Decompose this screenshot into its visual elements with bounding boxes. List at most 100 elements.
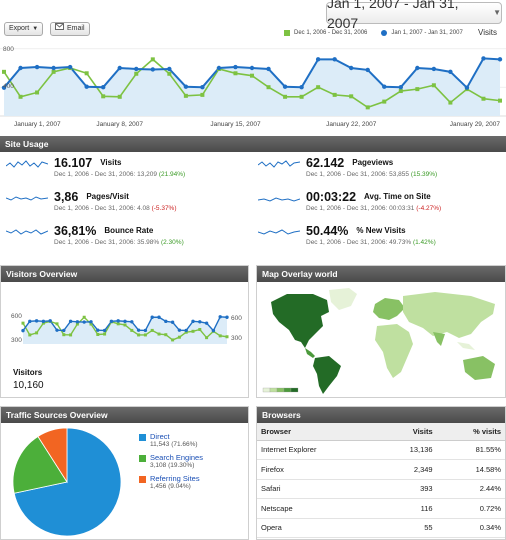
visitors-point-current <box>198 320 202 324</box>
table-row[interactable]: Safari 393 2.44% <box>257 479 505 499</box>
legend-item-search-engines[interactable]: Search Engines 3,108 (19.30%) <box>139 454 203 470</box>
visitors-point-previous <box>69 333 73 337</box>
metric-label: Pages/Visit <box>86 192 129 201</box>
map-color-legend <box>262 387 299 393</box>
visitors-point-previous <box>130 328 134 332</box>
data-point-current <box>315 57 321 62</box>
data-point-previous <box>316 85 321 90</box>
x-tick-label: January 29, 2007 <box>450 121 501 128</box>
visitors-point-current <box>191 319 195 324</box>
y-tick-label: 600 <box>11 313 22 320</box>
visitors-point-current <box>130 320 134 324</box>
data-point-current <box>51 65 56 71</box>
data-point-previous <box>84 71 89 76</box>
table-row[interactable]: Firefox 2,349 14.58% <box>257 459 505 480</box>
visitors-point-previous <box>82 315 86 319</box>
metric-label: Bounce Rate <box>104 226 154 235</box>
visitors-point-current <box>204 321 209 325</box>
data-point-previous <box>283 94 288 99</box>
data-point-current <box>67 64 73 70</box>
column-header-browser[interactable]: Browser <box>257 423 378 441</box>
visitors-point-current <box>102 328 107 333</box>
visitors-point-current <box>211 328 216 333</box>
metric--new-visits[interactable]: 50.44% % New Visits Dec 1, 2006 - Dec 31, … <box>258 224 436 247</box>
table-row[interactable]: Opera 55 0.34% <box>257 518 505 538</box>
data-point-current <box>84 84 89 89</box>
visitors-point-current <box>28 319 32 324</box>
date-range-picker[interactable]: Jan 1, 2007 - Jan 31, 2007 ▼ <box>326 0 502 31</box>
visitors-point-previous <box>164 333 168 337</box>
visitors-point-current <box>164 319 168 324</box>
visitors-point-current <box>55 328 59 332</box>
data-point-previous <box>382 99 387 104</box>
data-point-current <box>216 65 222 71</box>
legend-item-referring-sites[interactable]: Referring Sites 1,456 (9.04%) <box>139 475 203 491</box>
metric-bounce-rate[interactable]: 36,81% Bounce Rate Dec 1, 2006 - Dec 31, 2… <box>6 224 184 247</box>
metric-pageviews[interactable]: 62.142 Pageviews Dec 1, 2006 - Dec 31, 200… <box>258 156 437 179</box>
map-overlay-header[interactable]: Map Overlay world <box>257 266 505 282</box>
table-row[interactable]: Netscape 116 0.72% <box>257 498 505 519</box>
data-point-current <box>282 84 288 89</box>
visitors-point-previous <box>137 333 141 337</box>
data-point-previous <box>481 96 486 101</box>
data-point-current <box>398 85 403 90</box>
metric-selector[interactable]: Visits <box>478 28 497 37</box>
world-map[interactable] <box>257 282 505 397</box>
metric-pages-visit[interactable]: 3,86 Pages/Visit Dec 1, 2006 - Dec 31, 200… <box>6 190 177 213</box>
site-usage-metrics: 16.107 Visits Dec 1, 2006 - Dec 31, 2006: … <box>0 156 506 252</box>
email-button[interactable]: Email <box>50 22 90 36</box>
traffic-sources-pie-chart <box>12 427 122 537</box>
sparkline-icon <box>258 197 300 202</box>
visitors-point-current <box>21 328 25 333</box>
visitors-overview-panel: Visitors Overview 600 300 600 300 Visito… <box>0 265 249 398</box>
data-point-previous <box>250 73 254 78</box>
metric-value: 50.44% <box>306 224 349 238</box>
visitors-overview-header[interactable]: Visitors Overview <box>1 266 248 282</box>
data-point-current <box>497 57 503 62</box>
visitors-point-current <box>218 315 222 319</box>
traffic-sources-header[interactable]: Traffic Sources Overview <box>1 407 248 423</box>
data-point-previous <box>431 83 436 88</box>
visitors-point-previous <box>150 328 154 332</box>
column-header-visits[interactable]: Visits <box>377 423 437 441</box>
map-legend-swatch <box>283 387 292 393</box>
metric-visits[interactable]: 16.107 Visits Dec 1, 2006 - Dec 31, 2006: … <box>6 156 185 179</box>
metric-value: 16.107 <box>54 156 93 170</box>
browsers-header[interactable]: Browsers <box>257 407 505 423</box>
visitors-point-current <box>68 319 73 324</box>
visitors-point-current <box>123 319 127 324</box>
metric-comparison: Dec 1, 2006 - Dec 31, 2006: 53,855 (15.3… <box>306 171 438 178</box>
visitors-point-previous <box>225 335 229 339</box>
map-legend-swatch <box>276 387 285 393</box>
visits-line-chart: 800 400 January 1, 2007 January 8, 2007 Ja… <box>0 46 506 128</box>
map-legend-swatch <box>269 387 278 393</box>
data-point-previous <box>2 69 6 74</box>
export-button[interactable]: Export ▼ <box>4 22 44 36</box>
data-point-current <box>448 69 453 75</box>
legend-swatch <box>139 476 146 483</box>
visitors-point-previous <box>177 335 181 339</box>
data-point-previous <box>183 93 188 98</box>
data-point-current <box>415 65 420 71</box>
legend-item-direct[interactable]: Direct 11,543 (71.66%) <box>139 433 203 449</box>
visitors-point-previous <box>35 331 39 335</box>
metric-value: 00:03:22 <box>306 190 357 204</box>
data-point-previous <box>35 90 40 95</box>
metric-avg-time-on-site[interactable]: 00:03:22 Avg. Time on Site Dec 1, 2006 - D… <box>258 190 441 213</box>
x-tick-label: January 15, 2007 <box>210 121 261 128</box>
data-point-previous <box>448 100 453 105</box>
data-point-current <box>299 85 304 90</box>
data-point-current <box>332 57 337 62</box>
column-header-percent-visits[interactable]: % visits <box>436 423 505 441</box>
visitors-point-current <box>75 320 80 324</box>
visitors-point-previous <box>103 332 107 336</box>
metric-comparison: Dec 1, 2006 - Dec 31, 2006: 49.73% (1.42… <box>306 239 436 246</box>
visitors-point-previous <box>55 322 59 326</box>
table-row[interactable]: Internet Explorer 13,136 81.55% <box>257 440 505 460</box>
visitors-value: 10,160 <box>13 380 44 391</box>
chevron-down-icon: ▼ <box>32 26 39 32</box>
metric-label: Avg. Time on Site <box>364 192 431 201</box>
data-point-previous <box>415 87 420 92</box>
visitors-point-current <box>41 319 46 324</box>
visitors-point-current <box>34 319 39 323</box>
